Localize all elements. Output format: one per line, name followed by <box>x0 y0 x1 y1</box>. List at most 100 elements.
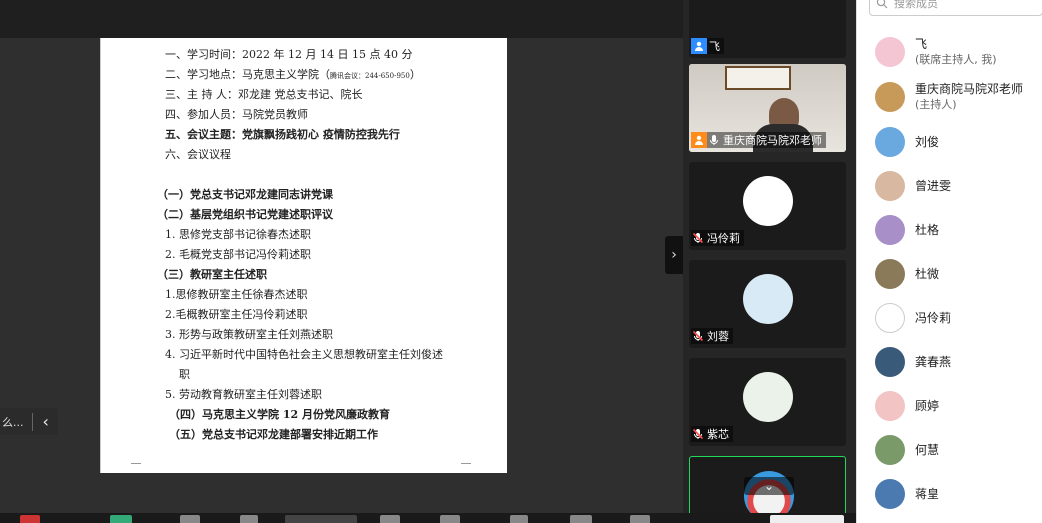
participant-avatar <box>875 435 905 465</box>
participant-row[interactable]: 蒋皇 <box>857 472 1042 516</box>
video-name-bar: 飞 <box>691 38 724 54</box>
document-line-text: 5. 劳动教育教研室主任刘蓉述职 <box>165 388 322 401</box>
chevron-left-icon[interactable]: ‹ <box>41 412 49 431</box>
shared-document-page: 一、学习时间：2022 年 12 月 14 日 15 点 40 分二、学习地点：… <box>100 38 507 473</box>
video-participant-name: 冯伶莉 <box>707 232 740 245</box>
document-line: （三）教研室主任述职 <box>157 268 267 282</box>
participant-name: 飞 <box>915 37 928 51</box>
participant-name: 冯伶莉 <box>915 310 952 325</box>
document-line: （二）基层党组织书记党建述职评议 <box>157 208 333 222</box>
collapse-panel-button[interactable]: › <box>665 236 683 274</box>
participant-row[interactable]: 杜格 <box>857 208 1042 252</box>
toolbar-button[interactable] <box>240 515 258 523</box>
toolbar-button[interactable] <box>570 515 592 523</box>
video-tile[interactable]: 飞 <box>689 0 846 58</box>
toolbar-button[interactable] <box>20 515 40 523</box>
document-line: 三、主 持 人：邓龙建 党总支书记、院长 <box>165 88 363 102</box>
video-avatar <box>743 274 793 324</box>
participant-row[interactable]: 冯伶莉 <box>857 296 1042 340</box>
document-line-text: （二）基层党组织书记党建述职评议 <box>157 208 333 221</box>
document-line: 4. 习近平新时代中国特色社会主义思想教研室主任刘俊述 <box>165 348 443 362</box>
video-tile[interactable]: 重庆商院马院邓老师 <box>689 64 846 152</box>
participant-row[interactable]: 龚春燕 <box>857 340 1042 384</box>
video-tile[interactable]: 冯伶莉 <box>689 162 846 250</box>
participant-avatar <box>875 127 905 157</box>
participant-name: 曾进雯 <box>915 178 952 193</box>
participant-row[interactable]: 飞 (联席主持人, 我) <box>857 30 1042 74</box>
toolbar-button[interactable] <box>440 515 460 523</box>
toolbar-button[interactable] <box>380 515 400 523</box>
chevron-down-icon[interactable]: ⌄ <box>744 477 794 495</box>
shared-screen: 一、学习时间：2022 年 12 月 14 日 15 点 40 分二、学习地点：… <box>0 0 683 513</box>
toolbar-button[interactable] <box>770 515 844 523</box>
search-placeholder: 搜索成员 <box>894 0 938 10</box>
participant-name: 何慧 <box>915 442 940 457</box>
toolbar-button[interactable] <box>630 515 650 523</box>
user-icon <box>691 132 707 148</box>
participant-row[interactable]: 杜微 <box>857 252 1042 296</box>
toolbar-button[interactable] <box>110 515 132 523</box>
video-tile[interactable]: 刘蓉 <box>689 260 846 348</box>
participant-avatar <box>875 479 905 509</box>
video-name-bar: 紫芯 <box>691 426 733 442</box>
video-tile[interactable]: 紫芯 <box>689 358 846 446</box>
video-name-bar: 刘蓉 <box>691 328 733 344</box>
document-line-text: 五、会议主题：党旗飘扬践初心 疫情防控我先行 <box>165 128 400 141</box>
participant-name: 蒋皇 <box>915 486 940 501</box>
video-gallery[interactable]: 飞重庆商院马院邓老师冯伶莉刘蓉紫芯 ⌄ <box>683 0 856 513</box>
microphone-muted-icon <box>691 329 705 343</box>
participant-role: (联席主持人, 我) <box>915 53 997 66</box>
microphone-muted-icon <box>691 231 705 245</box>
participant-avatar <box>875 391 905 421</box>
document-line-text: 四、参加人员：马院党员教师 <box>165 108 308 121</box>
video-participant-name: 飞 <box>709 40 720 53</box>
participant-row[interactable]: 何慧 <box>857 428 1042 472</box>
shared-screen-top-bar <box>0 0 683 38</box>
annotation-label: 么... <box>2 415 24 429</box>
participant-search-input[interactable]: 搜索成员 <box>869 0 1042 16</box>
video-participant-name: 紫芯 <box>707 428 729 441</box>
document-line-text: 1.思修教研室主任徐春杰述职 <box>165 288 308 301</box>
annotation-toolbar[interactable]: 么... ‹ <box>0 408 58 435</box>
page-corner-mark <box>461 463 471 473</box>
document-line-text: 三、主 持 人：邓龙建 党总支书记、院长 <box>165 88 363 101</box>
participant-row[interactable]: 顾婷 <box>857 384 1042 428</box>
document-line: 四、参加人员：马院党员教师 <box>165 108 308 122</box>
toolbar-button[interactable] <box>285 515 357 523</box>
participant-name: 龚春燕 <box>915 354 952 369</box>
document-line: 2. 毛概党支部书记冯伶莉述职 <box>165 248 311 262</box>
document-line: 一、学习时间：2022 年 12 月 14 日 15 点 40 分 <box>165 48 412 62</box>
participant-avatar <box>875 347 905 377</box>
participant-role: (主持人) <box>915 98 957 111</box>
participant-avatar <box>875 303 905 333</box>
document-line: （五）党总支书记邓龙建部署安排近期工作 <box>169 428 378 442</box>
document-line-text: 3. 形势与政策教研室主任刘燕述职 <box>165 328 333 341</box>
participant-row[interactable]: 刘俊 <box>857 120 1042 164</box>
document-line: 1.思修教研室主任徐春杰述职 <box>165 288 308 302</box>
microphone-icon <box>707 133 721 147</box>
document-line: 3. 形势与政策教研室主任刘燕述职 <box>165 328 333 342</box>
participant-avatar <box>875 215 905 245</box>
video-name-bar: 冯伶莉 <box>691 230 744 246</box>
participant-name: 杜微 <box>915 266 940 281</box>
participant-avatar <box>875 37 905 67</box>
document-line-text: 职 <box>179 368 190 381</box>
document-line-tail: ） <box>409 68 421 81</box>
document-line: 1. 思修党支部书记徐春杰述职 <box>165 228 311 242</box>
toolbar-button[interactable] <box>180 515 200 523</box>
meeting-window: 一、学习时间：2022 年 12 月 14 日 15 点 40 分二、学习地点：… <box>0 0 1042 523</box>
toolbar-button[interactable] <box>510 515 528 523</box>
document-line: （一）党总支书记邓龙建同志讲党课 <box>157 188 333 202</box>
video-tile[interactable]: ⌄ <box>689 456 846 513</box>
video-avatar <box>743 176 793 226</box>
participants-panel: 搜索成员 飞 (联席主持人, 我) 重庆商院马院邓老师 (主持人) 刘俊曾进雯杜格杜微冯… <box>856 0 1042 523</box>
participant-row[interactable]: 曾进雯 <box>857 164 1042 208</box>
chevron-right-icon: › <box>671 247 677 263</box>
participant-row[interactable]: 重庆商院马院邓老师 (主持人) <box>857 75 1042 119</box>
user-icon <box>691 38 707 54</box>
page-corner-mark <box>131 463 141 473</box>
microphone-muted-icon <box>691 427 705 441</box>
search-icon <box>876 0 888 9</box>
video-participant-name: 重庆商院马院邓老师 <box>723 134 822 147</box>
document-line-text: 1. 思修党支部书记徐春杰述职 <box>165 228 311 241</box>
